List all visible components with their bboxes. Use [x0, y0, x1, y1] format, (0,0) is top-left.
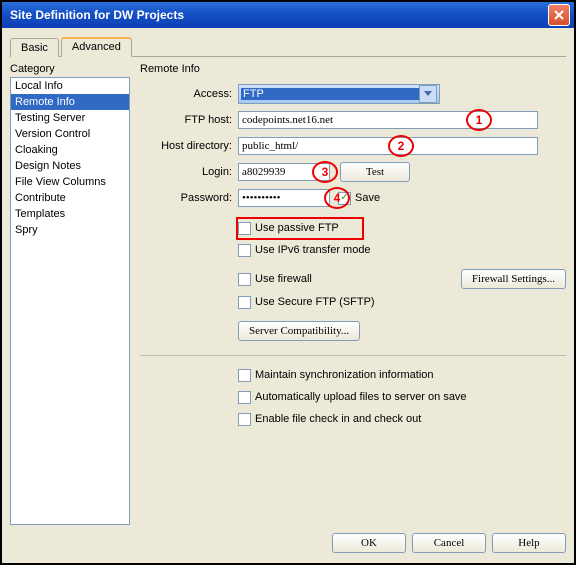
chevron-down-icon [419, 85, 437, 103]
password-input[interactable] [238, 189, 330, 207]
firewall-settings-button[interactable]: Firewall Settings... [461, 269, 566, 289]
category-item[interactable]: Remote Info [11, 94, 129, 110]
sftp-checkbox[interactable] [238, 296, 251, 309]
test-button[interactable]: Test [340, 162, 410, 182]
tab-strip: Basic Advanced [10, 34, 566, 57]
ok-button[interactable]: OK [332, 533, 406, 553]
cancel-button[interactable]: Cancel [412, 533, 486, 553]
category-item[interactable]: Cloaking [11, 142, 129, 158]
category-item[interactable]: Version Control [11, 126, 129, 142]
category-item[interactable]: Templates [11, 206, 129, 222]
category-item[interactable]: Contribute [11, 190, 129, 206]
category-item[interactable]: File View Columns [11, 174, 129, 190]
separator [140, 355, 566, 356]
dialog-footer: OK Cancel Help [10, 533, 566, 553]
panel-title: Remote Info [140, 63, 566, 75]
autoupload-label: Automatically upload files to server on … [255, 391, 467, 403]
save-checkbox[interactable]: ✓ [338, 192, 351, 205]
sidebar: Category Local Info Remote Info Testing … [10, 63, 130, 525]
sync-checkbox[interactable] [238, 369, 251, 382]
tab-advanced[interactable]: Advanced [61, 37, 132, 57]
login-label: Login: [140, 166, 238, 178]
access-label: Access: [140, 88, 238, 100]
ftp-host-label: FTP host: [140, 114, 238, 126]
checkin-checkbox[interactable] [238, 413, 251, 426]
ftp-host-input[interactable] [238, 111, 538, 129]
window-title: Site Definition for DW Projects [10, 8, 184, 22]
title-bar: Site Definition for DW Projects [2, 2, 574, 28]
client-area: Basic Advanced Category Local Info Remot… [2, 28, 574, 563]
tab-basic[interactable]: Basic [10, 38, 59, 57]
ipv6-checkbox[interactable] [238, 244, 251, 257]
main-panel: Remote Info Access: FTP FTP host: 1 [140, 63, 566, 525]
category-item[interactable]: Local Info [11, 78, 129, 94]
host-dir-input[interactable] [238, 137, 538, 155]
checkin-label: Enable file check in and check out [255, 413, 421, 425]
server-compat-button[interactable]: Server Compatibility... [238, 321, 360, 341]
category-item[interactable]: Spry [11, 222, 129, 238]
ipv6-label: Use IPv6 transfer mode [255, 244, 371, 256]
firewall-checkbox[interactable] [238, 273, 251, 286]
close-icon[interactable] [548, 4, 570, 26]
passive-ftp-checkbox[interactable] [238, 222, 251, 235]
category-label: Category [10, 63, 130, 75]
firewall-label: Use firewall [255, 273, 312, 285]
help-button[interactable]: Help [492, 533, 566, 553]
access-select[interactable]: FTP [238, 84, 440, 104]
login-input[interactable] [238, 163, 330, 181]
password-label: Password: [140, 192, 238, 204]
sftp-label: Use Secure FTP (SFTP) [255, 296, 375, 308]
category-item[interactable]: Testing Server [11, 110, 129, 126]
passive-ftp-label: Use passive FTP [255, 222, 339, 234]
autoupload-checkbox[interactable] [238, 391, 251, 404]
save-label: Save [355, 192, 380, 204]
category-item[interactable]: Design Notes [11, 158, 129, 174]
sync-label: Maintain synchronization information [255, 369, 434, 381]
category-list[interactable]: Local Info Remote Info Testing Server Ve… [10, 77, 130, 525]
host-dir-label: Host directory: [140, 140, 238, 152]
dialog-window: Site Definition for DW Projects Basic Ad… [0, 0, 576, 565]
